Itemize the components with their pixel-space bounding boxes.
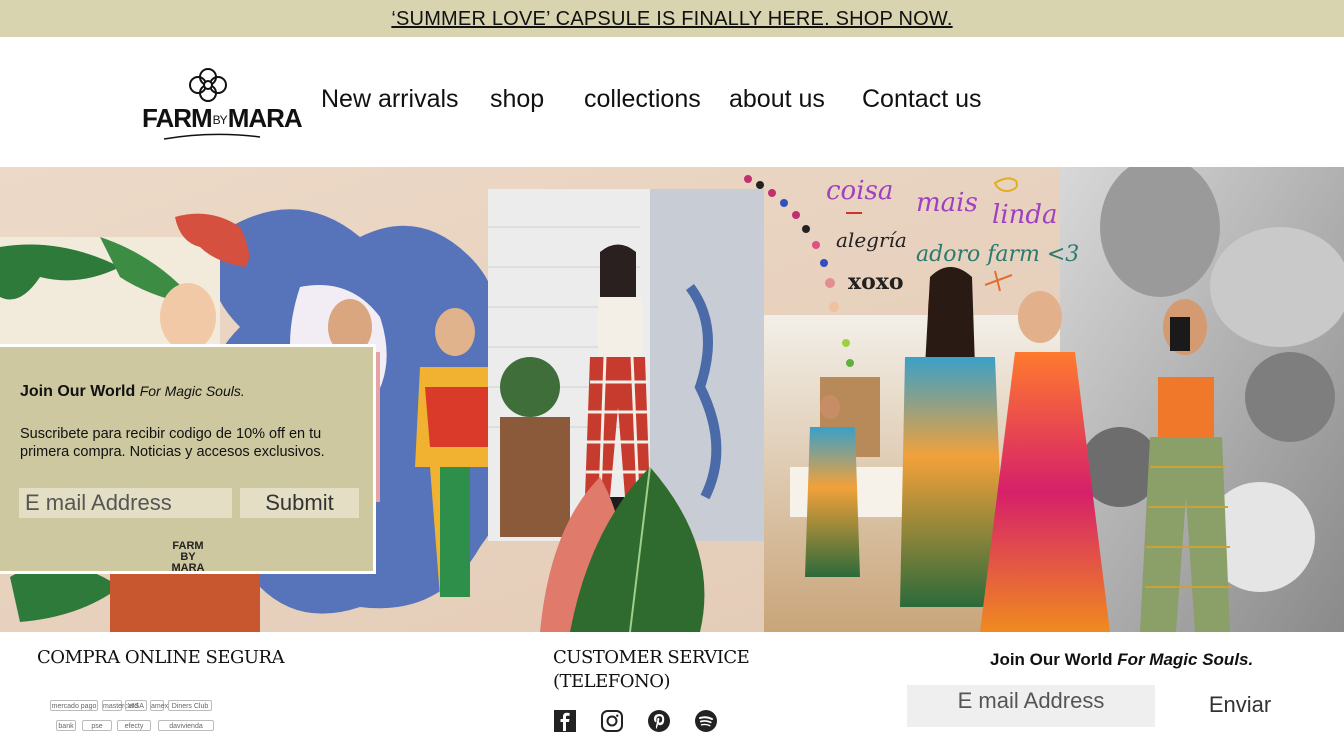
customer-service-line1: CUSTOMER SERVICE: [553, 647, 750, 668]
site-header: FARMBYMARA New arrivals shop collections…: [0, 37, 1344, 167]
nav-shop[interactable]: shop: [490, 85, 544, 114]
spotify-icon[interactable]: [694, 709, 718, 733]
nav-contact-us[interactable]: Contact us: [862, 85, 982, 114]
popup-logo-bottom: MARA: [171, 562, 205, 574]
handwriting-xoxo: xoxo: [848, 269, 904, 295]
secure-purchase-heading: COMPRA ONLINE SEGURA: [37, 647, 285, 668]
logo-wordmark: FARMBYMARA: [142, 103, 303, 134]
customer-service-line2: (TELEFONO): [553, 671, 671, 692]
popup-email-input[interactable]: [19, 488, 232, 518]
popup-title-italic: For Magic Souls.: [139, 383, 245, 399]
footer-send-button[interactable]: Enviar: [1200, 690, 1280, 720]
pinterest-icon[interactable]: [647, 709, 671, 733]
newsletter-popup: Join Our World For Magic Souls. Suscribe…: [0, 344, 376, 574]
handwriting-adoro-farm: adoro farm <3: [916, 242, 1079, 267]
footer-join-title-main: Join Our World: [990, 650, 1113, 669]
site-footer: COMPRA ONLINE SEGURA mercado pago master…: [0, 632, 1344, 756]
popup-description: Suscribete para recibir codigo de 10% of…: [20, 426, 325, 460]
handwriting-mais: mais: [916, 188, 978, 218]
instagram-icon[interactable]: [600, 709, 624, 733]
handwriting-coisa: coisa: [826, 176, 893, 206]
popup-logo: FARM BY MARA: [166, 541, 210, 574]
footer-join-title-italic: For Magic Souls.: [1117, 650, 1254, 669]
payment-amex: amex: [150, 700, 168, 711]
nav-collections[interactable]: collections: [584, 85, 701, 114]
flower-logo-icon: [189, 68, 227, 102]
payment-visa: VISA: [125, 700, 147, 711]
payment-pse: pse: [82, 720, 112, 731]
handwriting-alegria: alegría: [836, 228, 907, 252]
logo-word-by: BY: [212, 113, 228, 128]
payment-efecty: efecty: [117, 720, 151, 731]
customer-service-heading: CUSTOMER SERVICE (TELEFONO): [553, 646, 750, 694]
logo-swoosh: [163, 133, 261, 140]
footer-join-title: Join Our World For Magic Souls.: [990, 650, 1253, 670]
popup-logo-top: FARM BY: [172, 540, 204, 563]
logo-word-farm: FARM: [142, 103, 213, 133]
payment-davivienda: davivienda: [158, 720, 214, 731]
announcement-bar: ‘SUMMER LOVE’ CAPSULE IS FINALLY HERE. S…: [0, 0, 1344, 37]
popup-title: Join Our World For Magic Souls.: [20, 383, 245, 401]
footer-email-input[interactable]: [907, 685, 1155, 727]
payment-diners-club: Diners Club: [168, 700, 212, 711]
nav-about-us[interactable]: about us: [729, 85, 825, 114]
facebook-icon[interactable]: [553, 709, 577, 733]
payment-methods: mercado pago mastercard VISA amex Diners…: [50, 698, 220, 738]
popup-submit-button[interactable]: Submit: [240, 488, 359, 518]
logo-word-mara: MARA: [227, 103, 303, 133]
payment-mercado-pago: mercado pago: [50, 700, 98, 711]
announcement-link[interactable]: ‘SUMMER LOVE’ CAPSULE IS FINALLY HERE. S…: [391, 8, 952, 31]
popup-title-main: Join Our World: [20, 383, 136, 400]
brand-logo[interactable]: FARMBYMARA: [142, 67, 303, 143]
payment-mastercard: mastercard: [102, 700, 138, 711]
payment-bank: bank: [56, 720, 76, 731]
handwriting-linda: linda: [992, 200, 1058, 230]
nav-new-arrivals[interactable]: New arrivals: [321, 85, 459, 114]
